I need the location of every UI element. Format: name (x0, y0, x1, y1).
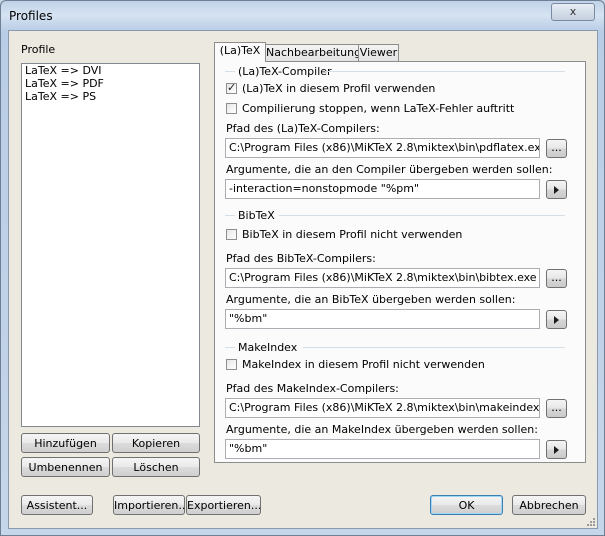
makeindex-args-input[interactable]: "%bm" (225, 439, 540, 459)
makeindex-group-label: MakeIndex (238, 341, 298, 354)
wizard-button[interactable]: Assistent... (21, 495, 93, 515)
makeindex-disable-checkbox[interactable] (226, 359, 237, 370)
tab-viewer[interactable]: Viewer (358, 44, 399, 61)
bibtex-group-label: BibTeX (238, 209, 275, 222)
rename-profile-button[interactable]: Umbenennen (21, 457, 110, 477)
group-divider (279, 215, 565, 216)
latex-group-label: (La)TeX-Compiler (238, 65, 332, 78)
makeindex-browse-button[interactable]: ... (546, 399, 567, 418)
delete-profile-button[interactable]: Löschen (112, 457, 200, 477)
bibtex-browse-button[interactable]: ... (546, 269, 567, 288)
latex-browse-button[interactable]: ... (546, 139, 567, 158)
list-item[interactable]: LaTeX => PDF (22, 77, 199, 90)
window-title: Profiles (9, 9, 53, 23)
makeindex-path-label: Pfad des MakeIndex-Compilers: (226, 382, 399, 395)
group-divider (303, 347, 565, 348)
group-divider (325, 71, 565, 72)
close-button[interactable]: x (551, 3, 595, 21)
makeindex-args-menu-button[interactable] (546, 440, 567, 459)
group-divider (225, 215, 235, 216)
makeindex-disable-label: MakeIndex in diesem Profil nicht verwend… (242, 358, 485, 371)
stop-on-error-checkbox[interactable] (226, 103, 237, 114)
profile-list[interactable]: LaTeX => DVI LaTeX => PDF LaTeX => PS (21, 63, 200, 427)
list-item[interactable]: LaTeX => DVI (22, 64, 199, 77)
latex-args-input[interactable]: -interaction=nonstopmode "%pm" (225, 179, 540, 199)
latex-path-label: Pfad des (La)TeX-Compilers: (226, 122, 380, 135)
use-latex-checkbox[interactable]: ✓ (226, 81, 237, 94)
play-arrow-icon (554, 316, 559, 324)
makeindex-path-input[interactable]: C:\Program Files (x86)\MiKTeX 2.8\miktex… (225, 398, 540, 418)
import-button[interactable]: Importieren... (113, 495, 189, 515)
latex-path-input[interactable]: C:\Program Files (x86)\MiKTeX 2.8\miktex… (225, 138, 540, 158)
bibtex-args-menu-button[interactable] (546, 310, 567, 329)
bibtex-disable-checkbox[interactable] (226, 229, 237, 240)
copy-profile-button[interactable]: Kopieren (112, 433, 200, 453)
ok-button[interactable]: OK (430, 495, 503, 515)
tab-panel-latex: (La)TeX-Compiler ✓ (La)TeX in diesem Pro… (214, 61, 586, 463)
play-arrow-icon (554, 446, 559, 454)
bibtex-path-input[interactable]: C:\Program Files (x86)\MiKTeX 2.8\miktex… (225, 268, 540, 288)
resize-grip-icon[interactable] (585, 516, 595, 526)
profile-list-label: Profile (21, 43, 56, 56)
group-divider (225, 71, 235, 72)
checkmark-icon: ✓ (227, 81, 237, 94)
dialog-client-area: Profile LaTeX => DVI LaTeX => PDF LaTeX … (8, 30, 598, 529)
makeindex-args-label: Argumente, die an MakeIndex übergeben we… (226, 423, 538, 436)
bibtex-disable-label: BibTeX in diesem Profil nicht verwenden (242, 228, 463, 241)
latex-args-label: Argumente, die an den Compiler übergeben… (226, 163, 553, 176)
tab-postprocessing[interactable]: Nachbearbeitung (265, 44, 361, 61)
tab-latex[interactable]: (La)TeX (214, 42, 266, 62)
use-latex-label: (La)TeX in diesem Profil verwenden (242, 82, 436, 95)
group-divider (225, 347, 235, 348)
profiles-window: Profiles x Profile LaTeX => DVI LaTeX =>… (0, 0, 605, 536)
latex-args-menu-button[interactable] (546, 180, 567, 199)
cancel-button[interactable]: Abbrechen (512, 495, 586, 515)
title-bar[interactable]: Profiles x (1, 1, 604, 31)
add-profile-button[interactable]: Hinzufügen (21, 433, 110, 453)
bibtex-args-label: Argumente, die an BibTeX übergeben werde… (226, 293, 516, 306)
bibtex-args-input[interactable]: "%bm" (225, 309, 540, 329)
play-arrow-icon (554, 186, 559, 194)
export-button[interactable]: Exportieren... (186, 495, 261, 515)
stop-on-error-label: Compilierung stoppen, wenn LaTeX-Fehler … (242, 102, 515, 115)
bibtex-path-label: Pfad des BibTeX-Compilers: (226, 252, 376, 265)
list-item[interactable]: LaTeX => PS (22, 90, 199, 103)
